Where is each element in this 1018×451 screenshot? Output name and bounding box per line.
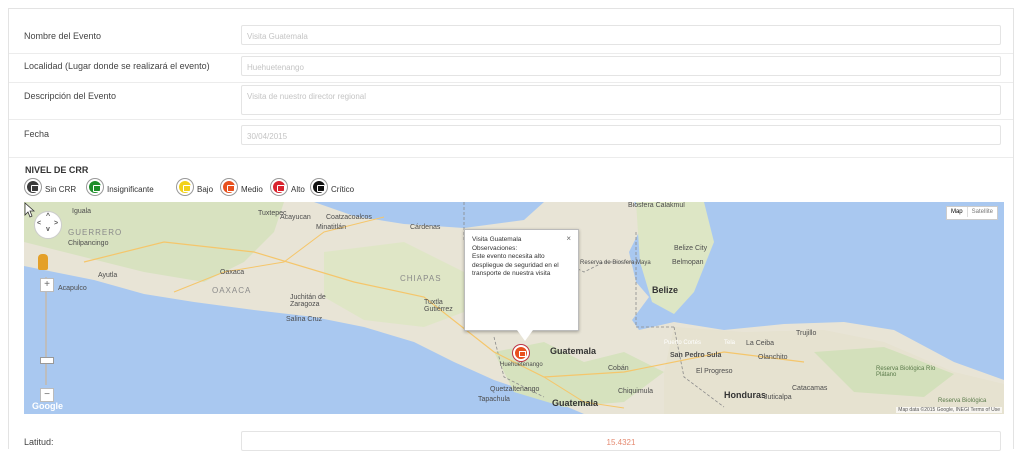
info-window-obs-text: Este evento necesita alto despliegue de … [472,253,559,277]
info-window-obs-label: Observaciones: [472,244,518,252]
map-type-satellite-button[interactable]: Satellite [966,207,997,217]
localidad-input[interactable]: Huehuetenango [241,56,1001,76]
close-icon[interactable]: × [566,234,571,244]
divider [9,119,1013,120]
map-label: Reserva Biológica Río Plátano [876,366,936,378]
map-label: El Progreso [696,368,733,375]
map-label: Acapulco [58,285,87,292]
map-label: GUERRERO [68,228,123,237]
map-type-control: Map Satellite [945,206,998,220]
map-label: Olanchito [758,354,788,361]
map-label: Huehuetenango [500,362,543,368]
map-label: Tuxtepec [258,210,287,217]
nombre-label: Nombre del Evento [24,31,102,41]
map-label: Chiquimula [618,388,654,395]
calendar-icon [25,179,41,195]
fecha-label: Fecha [24,129,50,139]
map-type-map-button[interactable]: Map [947,207,967,217]
mouse-cursor-icon [24,202,36,218]
map-canvas[interactable]: GUERRERO Chilpancingo Iguala Acapulco Ay… [24,202,1004,414]
map-label: Salina Cruz [286,316,323,323]
divider [9,82,1013,83]
map-label: Ayutla [98,272,118,279]
event-marker[interactable] [513,345,529,361]
map-label: Tuxtla Gutiérrez [424,299,453,313]
map-label: Honduras [724,390,767,400]
map-label: Juchitán de Zaragoza [290,294,326,308]
descripcion-input[interactable]: Visita de nuestro director regional [241,85,1001,115]
info-window-title: Visita Guatemala [472,236,522,243]
event-form: Nombre del Evento Visita Guatemala Local… [8,8,1014,451]
map-label: Minatitlán [316,224,346,231]
map-label: Biosfera Calakmul [628,202,685,209]
fecha-input[interactable]: 30/04/2015 [241,125,1001,145]
map-label: Cárdenas [410,224,441,231]
divider [9,53,1013,54]
street-view-pegman-icon[interactable] [38,254,48,270]
latitud-input[interactable]: 15.4321 [241,431,1001,451]
map-label: Belize [652,285,679,295]
map-label: Quetzaltenango [490,386,540,393]
map-label: La Ceiba [746,340,775,347]
map-label: Chilpancingo [68,240,109,247]
map-label: Cobán [608,365,629,372]
latitud-label: Latitud: [24,437,54,447]
calendar-icon [271,179,287,195]
calendar-icon [87,179,103,195]
map-label: Guatemala [550,346,597,356]
map-attribution[interactable]: Map data ©2015 Google, INEGI Terms of Us… [896,407,1002,413]
chevron-down-icon[interactable]: v [46,226,50,233]
calendar-icon [177,179,193,195]
map-label: Trujillo [796,330,817,337]
map-label: Tapachula [478,396,510,403]
chevron-right-icon[interactable]: > [54,220,58,227]
zoom-slider-thumb[interactable] [40,357,54,364]
calendar-icon [311,179,327,195]
map-label: Belize City [674,245,708,252]
info-window-tail [517,330,533,341]
map-label: Belmopan [672,259,704,266]
map-label: Reserva de Biosfera Maya [580,260,651,266]
map-label: Tela [724,340,736,346]
zoom-slider-track[interactable] [45,277,47,385]
crr-title: NIVEL DE CRR [25,165,89,175]
google-logo: Google [32,401,63,411]
map-label: Puerto Cortés [664,340,702,346]
map-label: Oaxaca [220,269,245,276]
descripcion-label: Descripción del Evento [24,91,117,101]
nombre-input[interactable]: Visita Guatemala [241,25,1001,45]
map-label: Juticalpa [764,394,792,401]
map-label: Catacamas [792,385,828,392]
calendar-icon [519,351,526,357]
localidad-label: Localidad (Lugar donde se realizará el e… [24,61,210,71]
map-label: Coatzacoalcos [326,214,372,221]
divider [9,157,1013,158]
zoom-in-button[interactable]: + [40,278,54,292]
chevron-up-icon[interactable]: ^ [46,213,50,220]
zoom-out-button[interactable]: − [40,388,54,402]
map-label: Iguala [72,208,92,215]
map-label: Guatemala [552,398,599,408]
info-window: × Visita Guatemala Observaciones: Este e… [464,229,579,341]
calendar-icon [221,179,237,195]
chevron-left-icon[interactable]: < [37,220,41,227]
map-label: Reserva Biológica [938,398,987,404]
map-label: CHIAPAS [400,274,442,283]
map-label: San Pedro Sula [670,352,722,359]
map-label: OAXACA [212,286,252,295]
pan-control[interactable]: ^ < > v [34,211,62,239]
